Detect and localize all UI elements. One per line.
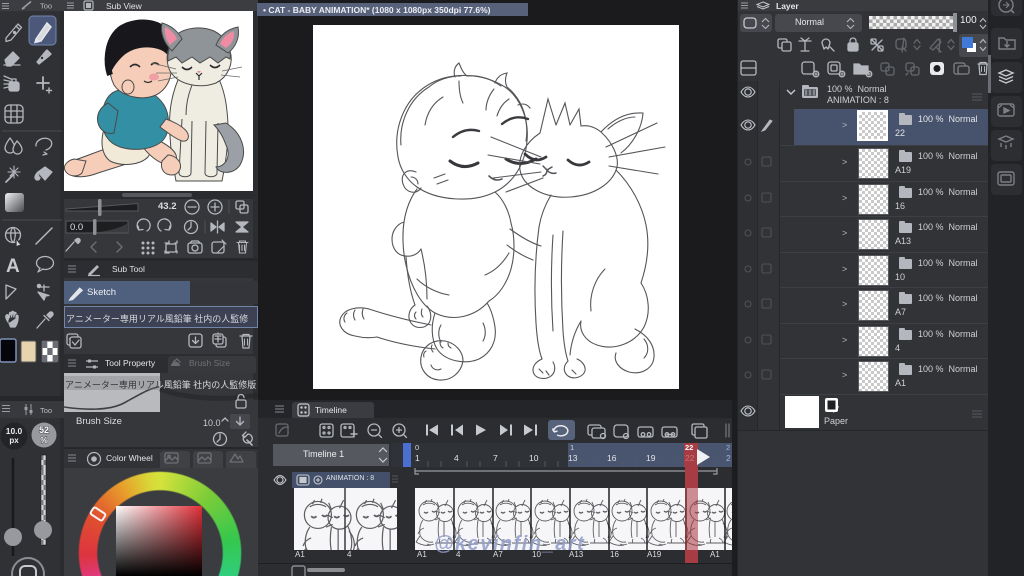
- svg-text:10.0: 10.0: [6, 426, 23, 436]
- svg-text:Too: Too: [40, 406, 52, 415]
- svg-text:52: 52: [39, 425, 49, 435]
- svg-text:A: A: [6, 256, 20, 277]
- svg-text:px: px: [9, 436, 19, 445]
- svg-text:Too: Too: [40, 2, 52, 11]
- svg-text:%: %: [40, 435, 48, 445]
